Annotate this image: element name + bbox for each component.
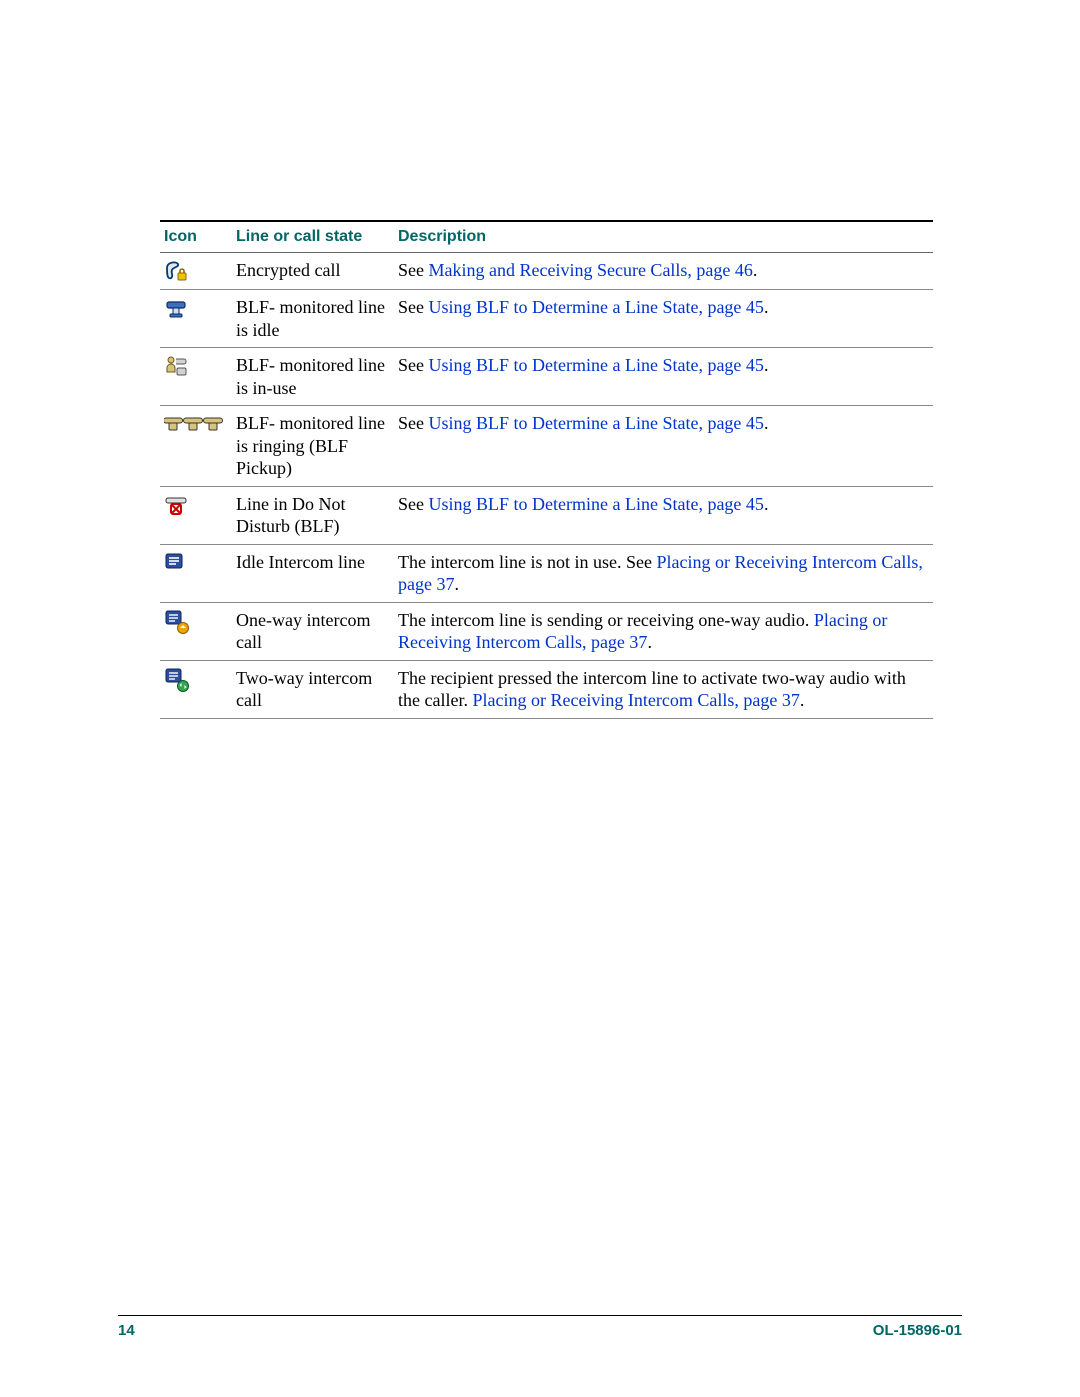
table-row: BLF- monitored line is idle See Using BL… bbox=[160, 290, 933, 348]
xref-link[interactable]: Making and Receiving Secure Calls, page … bbox=[429, 260, 753, 280]
desc-cell: See Making and Receiving Secure Calls, p… bbox=[394, 253, 933, 290]
idle-intercom-icon bbox=[164, 552, 184, 572]
table-row: BLF- monitored line is ringing (BLF Pick… bbox=[160, 406, 933, 487]
table-row: BLF- monitored line is in-use See Using … bbox=[160, 348, 933, 406]
desc-cell: See Using BLF to Determine a Line State,… bbox=[394, 348, 933, 406]
table-row: Line in Do Not Disturb (BLF) See Using B… bbox=[160, 486, 933, 544]
desc-cell: See Using BLF to Determine a Line State,… bbox=[394, 486, 933, 544]
xref-link[interactable]: Placing or Receiving Intercom Calls, pag… bbox=[472, 690, 799, 710]
xref-link[interactable]: Using BLF to Determine a Line State, pag… bbox=[429, 355, 764, 375]
desc-cell: See Using BLF to Determine a Line State,… bbox=[394, 290, 933, 348]
call-state-table: Icon Line or call state Description bbox=[160, 220, 933, 719]
table-row: Idle Intercom line The intercom line is … bbox=[160, 544, 933, 602]
encrypted-call-icon bbox=[164, 260, 188, 280]
blf-ringing-icon bbox=[164, 413, 224, 433]
state-cell: Idle Intercom line bbox=[232, 544, 394, 602]
doc-number: OL-15896-01 bbox=[873, 1322, 962, 1339]
blf-idle-icon bbox=[164, 297, 188, 317]
blf-in-use-icon bbox=[164, 355, 188, 375]
one-way-intercom-icon bbox=[164, 610, 190, 630]
state-cell: BLF- monitored line is idle bbox=[232, 290, 394, 348]
table-row: Two-way intercom call The recipient pres… bbox=[160, 660, 933, 718]
desc-cell: See Using BLF to Determine a Line State,… bbox=[394, 406, 933, 487]
state-cell: One-way intercom call bbox=[232, 602, 394, 660]
col-header-desc: Description bbox=[394, 221, 933, 253]
desc-cell: The intercom line is not in use. See Pla… bbox=[394, 544, 933, 602]
state-cell: Two-way intercom call bbox=[232, 660, 394, 718]
col-header-icon: Icon bbox=[160, 221, 232, 253]
desc-cell: The recipient pressed the intercom line … bbox=[394, 660, 933, 718]
xref-link[interactable]: Using BLF to Determine a Line State, pag… bbox=[429, 297, 764, 317]
dnd-blf-icon bbox=[164, 494, 188, 514]
table-row: Encrypted call See Making and Receiving … bbox=[160, 253, 933, 290]
state-cell: BLF- monitored line is in-use bbox=[232, 348, 394, 406]
desc-cell: The intercom line is sending or receivin… bbox=[394, 602, 933, 660]
state-cell: BLF- monitored line is ringing (BLF Pick… bbox=[232, 406, 394, 487]
xref-link[interactable]: Using BLF to Determine a Line State, pag… bbox=[429, 413, 764, 433]
xref-link[interactable]: Using BLF to Determine a Line State, pag… bbox=[429, 494, 764, 514]
table-row: One-way intercom call The intercom line … bbox=[160, 602, 933, 660]
state-cell: Line in Do Not Disturb (BLF) bbox=[232, 486, 394, 544]
page-number: 14 bbox=[118, 1322, 135, 1339]
state-cell: Encrypted call bbox=[232, 253, 394, 290]
page-footer: 14 OL-15896-01 bbox=[118, 1315, 962, 1339]
col-header-state: Line or call state bbox=[232, 221, 394, 253]
two-way-intercom-icon bbox=[164, 668, 190, 688]
